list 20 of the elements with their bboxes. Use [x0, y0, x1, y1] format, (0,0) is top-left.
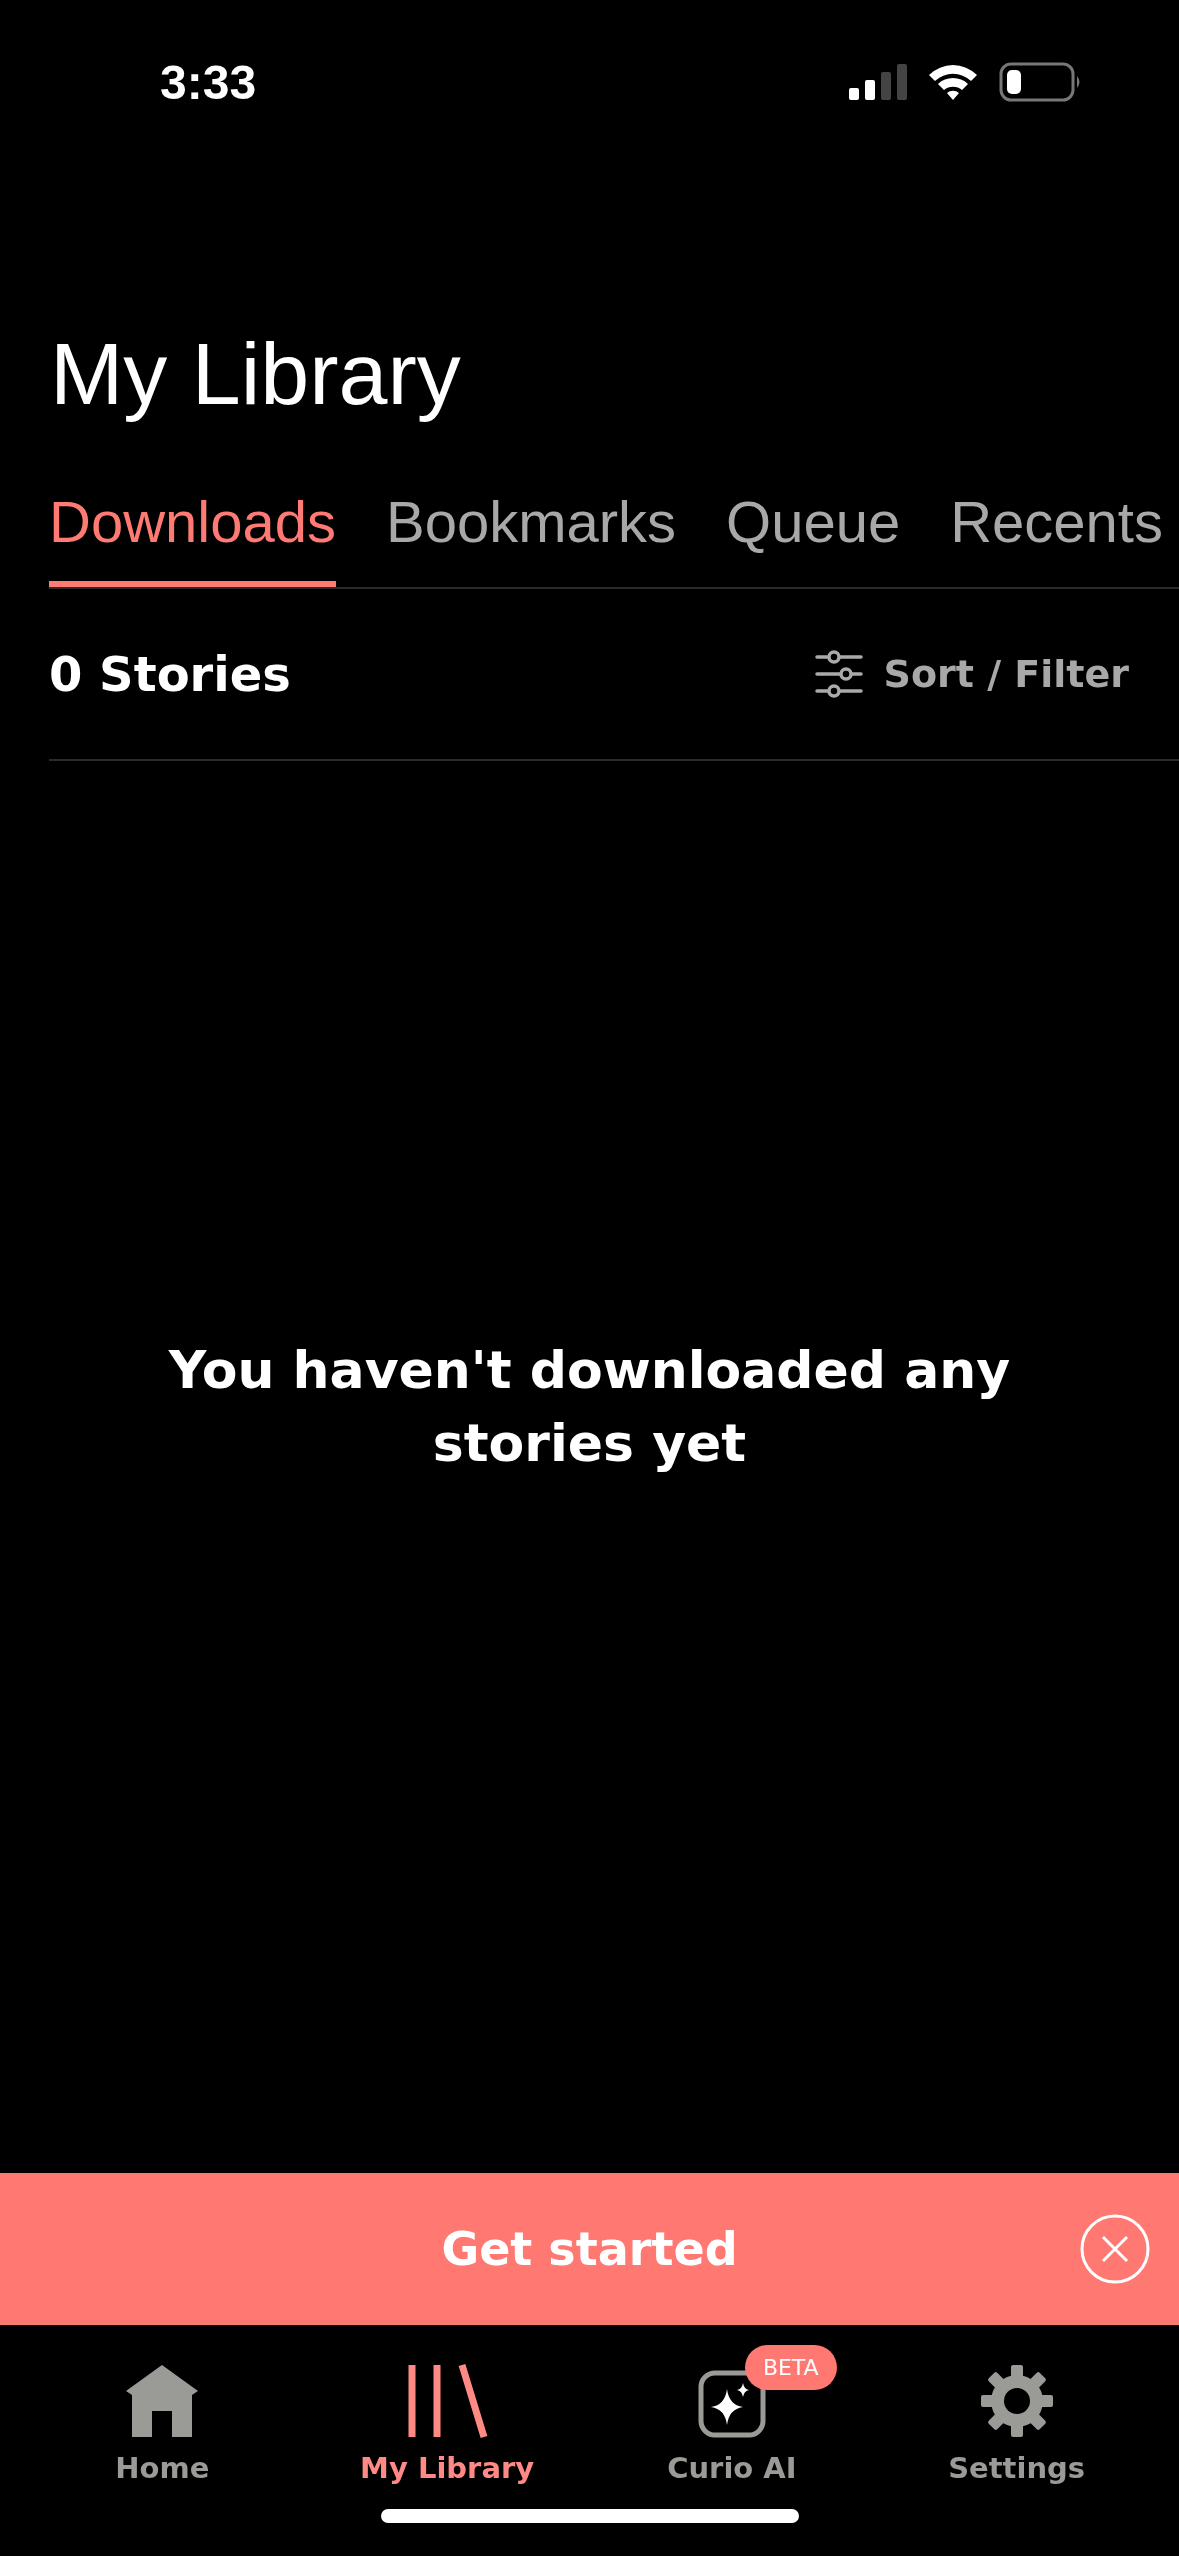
gear-icon [978, 2363, 1055, 2439]
tab[interactable]: Queue [726, 488, 901, 587]
close-icon[interactable] [1079, 2213, 1151, 2285]
tab[interactable]: Recents [950, 488, 1163, 587]
empty-message: You haven't downloaded any stories yet [167, 1339, 1012, 1475]
tab-bar-item[interactable]: Settings [886, 2339, 1147, 2495]
story-count: 0 Stories [49, 646, 291, 702]
sparkle-icon [696, 2369, 767, 2439]
sort-filter-button[interactable]: Sort / Filter [813, 649, 1129, 699]
tab[interactable]: Bookmarks [385, 488, 677, 587]
sliders-icon [813, 649, 864, 699]
tab[interactable]: Downloads [49, 488, 336, 587]
status-time: 3:33 [160, 54, 257, 111]
wifi-icon [927, 63, 979, 101]
tab-bar-item[interactable]: BETA Curio AI [601, 2339, 862, 2495]
banner-label: Get started [441, 2222, 738, 2276]
tab-bar-item[interactable]: Home [32, 2339, 293, 2495]
signal-icon [849, 64, 907, 100]
beta-badge: BETA [744, 2345, 837, 2390]
tab-bar-item[interactable]: My Library [317, 2339, 578, 2495]
